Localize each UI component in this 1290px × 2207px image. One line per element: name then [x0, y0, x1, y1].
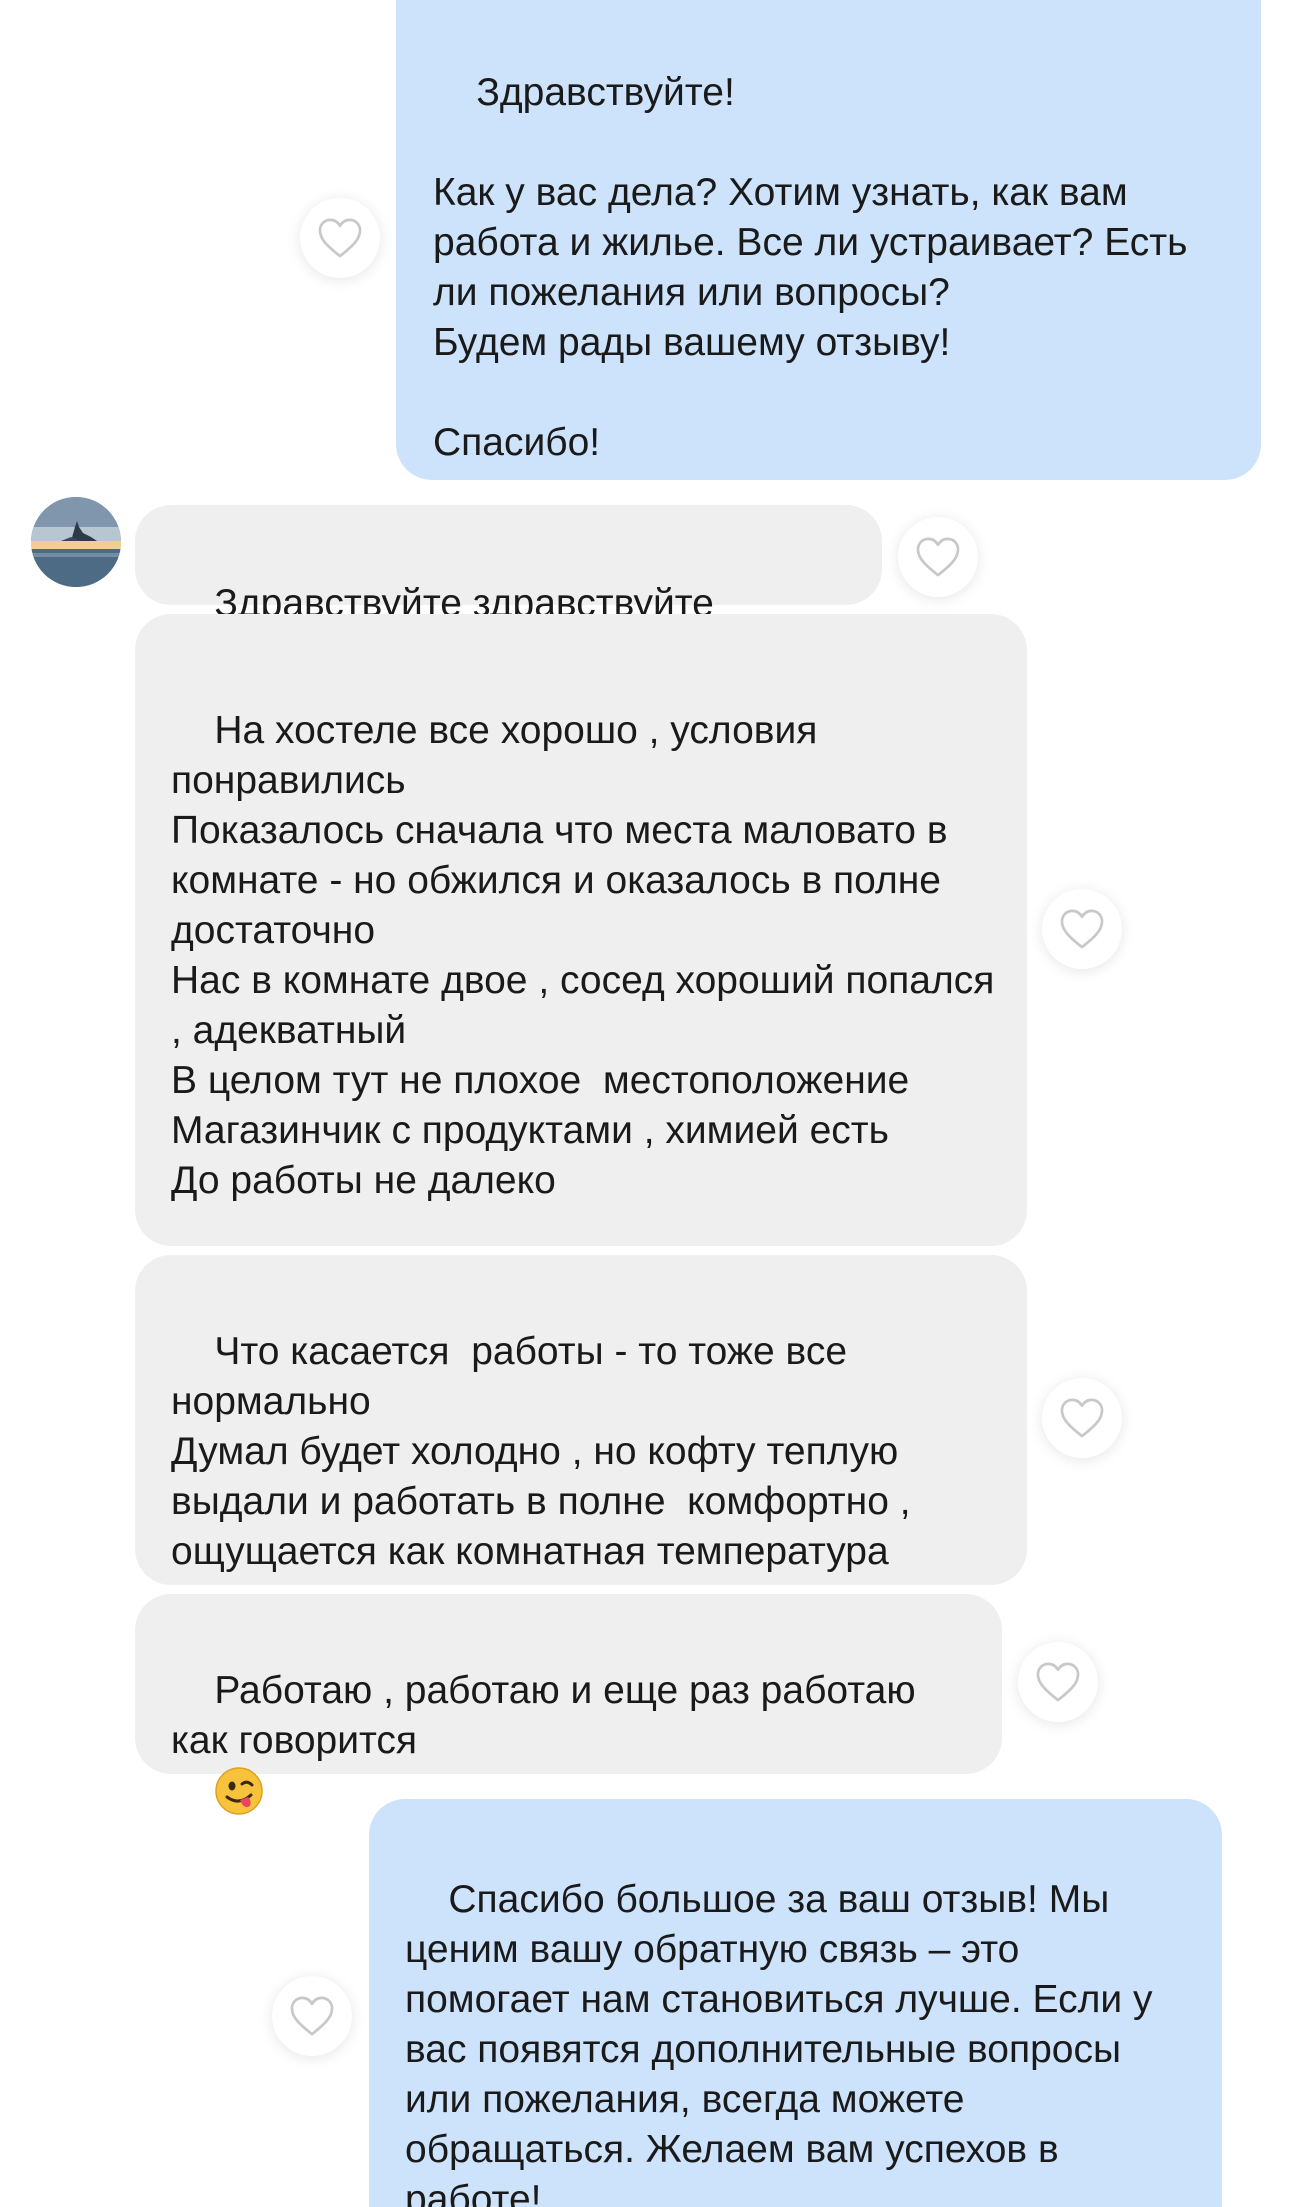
outgoing-message-bubble[interactable]: Здравствуйте! Как у вас дела? Хотим узна…	[396, 0, 1261, 480]
incoming-message-bubble[interactable]: Что касается работы - то тоже все нормал…	[135, 1255, 1027, 1585]
message-text: Что касается работы - то тоже все нормал…	[171, 1330, 911, 1573]
incoming-message-bubble[interactable]: Работаю , работаю и еще раз работаю как …	[135, 1594, 1002, 1815]
incoming-message-bubble[interactable]: На хостеле все хорошо , условия понравил…	[135, 614, 1027, 1246]
outgoing-message-bubble[interactable]: Спасибо большое за ваш отзыв! Мы ценим в…	[369, 1799, 1222, 2207]
chat-thread[interactable]: Здравствуйте! Как у вас дела? Хотим узна…	[0, 0, 1290, 2207]
message-text: На хостеле все хорошо , условия понравил…	[171, 709, 995, 1202]
message-text: Спасибо большое за ваш отзыв! Мы ценим в…	[405, 1878, 1164, 2207]
heart-outline-icon	[318, 218, 362, 258]
like-button[interactable]	[300, 198, 380, 278]
incoming-message-bubble[interactable]: Здравствуйте здравствуйте	[135, 505, 882, 625]
avatar-landscape-image	[31, 497, 121, 587]
heart-outline-icon	[1060, 909, 1104, 949]
heart-outline-icon	[1036, 1662, 1080, 1702]
like-button[interactable]	[1042, 889, 1122, 969]
message-text: Здравствуйте! Как у вас дела? Хотим узна…	[433, 71, 1188, 464]
heart-outline-icon	[1060, 1398, 1104, 1438]
heart-outline-icon	[916, 537, 960, 577]
like-button[interactable]	[1018, 1642, 1098, 1722]
like-button[interactable]	[1042, 1378, 1122, 1458]
like-button[interactable]	[272, 1976, 352, 2056]
like-button[interactable]	[898, 517, 978, 597]
heart-outline-icon	[290, 1996, 334, 2036]
message-text: Работаю , работаю и еще раз работаю как …	[171, 1669, 927, 1762]
winking-face-with-tongue-emoji	[215, 1767, 264, 1815]
contact-avatar[interactable]	[31, 497, 121, 587]
